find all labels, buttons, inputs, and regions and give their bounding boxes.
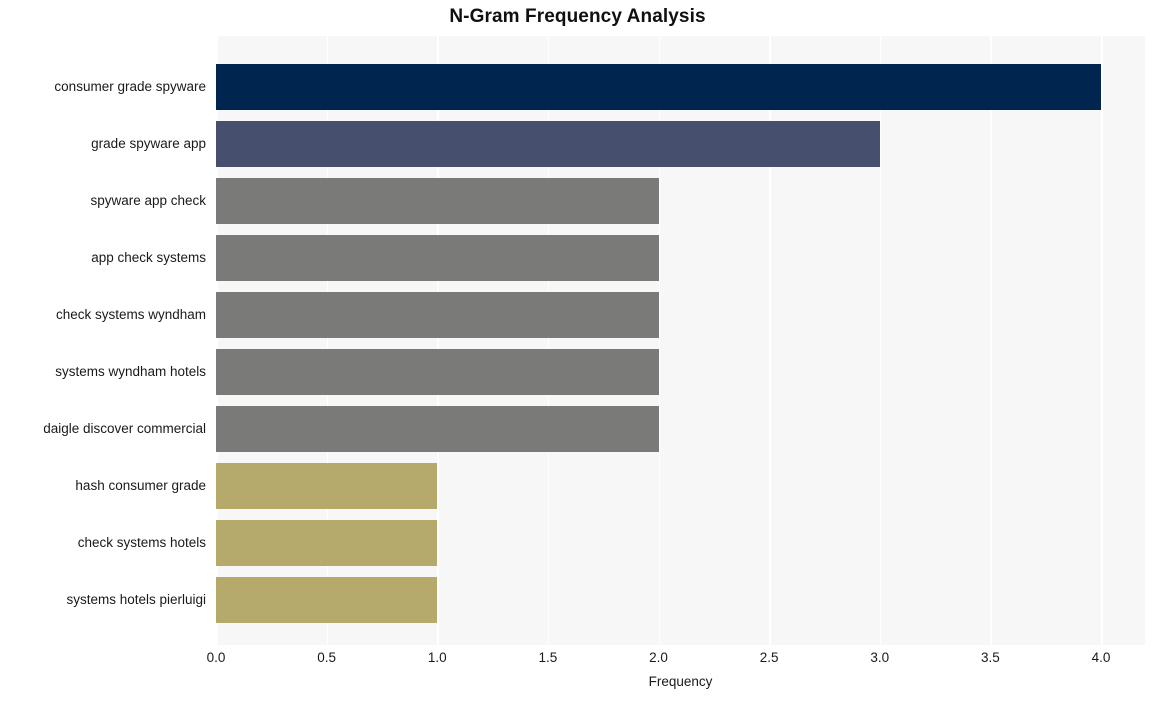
bars-layer <box>216 36 1145 645</box>
x-axis-tick-labels: 0.0 0.5 1.0 1.5 2.0 2.5 3.0 3.5 4.0 <box>207 650 1145 672</box>
x-axis-tick-label: 3.0 <box>870 650 890 665</box>
bar[interactable] <box>216 64 1101 110</box>
chart-title: N-Gram Frequency Analysis <box>449 6 706 27</box>
x-axis-tick-label: 4.0 <box>1091 650 1111 665</box>
plot-area <box>216 36 1145 645</box>
y-axis-tick-label: hash consumer grade <box>75 478 206 493</box>
bar[interactable] <box>216 406 659 452</box>
y-axis-tick-label: systems hotels pierluigi <box>66 592 206 607</box>
bar[interactable] <box>216 463 438 509</box>
x-axis-tick-label: 1.5 <box>538 650 558 665</box>
y-axis-tick-labels: consumer grade spyware grade spyware app s… <box>0 36 206 645</box>
x-axis-tick-label: 3.5 <box>980 650 1000 665</box>
bar[interactable] <box>216 121 880 167</box>
bar[interactable] <box>216 520 438 566</box>
x-axis-label: Frequency <box>648 674 713 689</box>
y-axis-tick-label: check systems wyndham <box>55 307 206 322</box>
y-axis-tick-label: spyware app check <box>90 193 206 208</box>
chart-figure: N-Gram Frequency Analysis consumer grade… <box>0 0 1155 701</box>
y-axis-tick-label: consumer grade spyware <box>54 79 206 94</box>
bar[interactable] <box>216 235 659 281</box>
x-axis-tick-label: 0.0 <box>206 650 226 665</box>
bar[interactable] <box>216 178 659 224</box>
y-axis-tick-label: daigle discover commercial <box>43 421 206 436</box>
y-axis-tick-label: grade spyware app <box>91 136 206 151</box>
y-axis-tick-label: check systems hotels <box>77 535 206 550</box>
x-axis-tick-label: 0.5 <box>317 650 337 665</box>
bar[interactable] <box>216 292 659 338</box>
y-axis-tick-label: app check systems <box>91 250 206 265</box>
x-axis-tick-label: 2.5 <box>759 650 779 665</box>
y-axis-tick-label: systems wyndham hotels <box>55 364 206 379</box>
bar[interactable] <box>216 577 438 623</box>
x-axis-tick-label: 2.0 <box>649 650 668 665</box>
bar[interactable] <box>216 349 659 395</box>
x-axis-tick-label: 1.0 <box>427 650 447 665</box>
